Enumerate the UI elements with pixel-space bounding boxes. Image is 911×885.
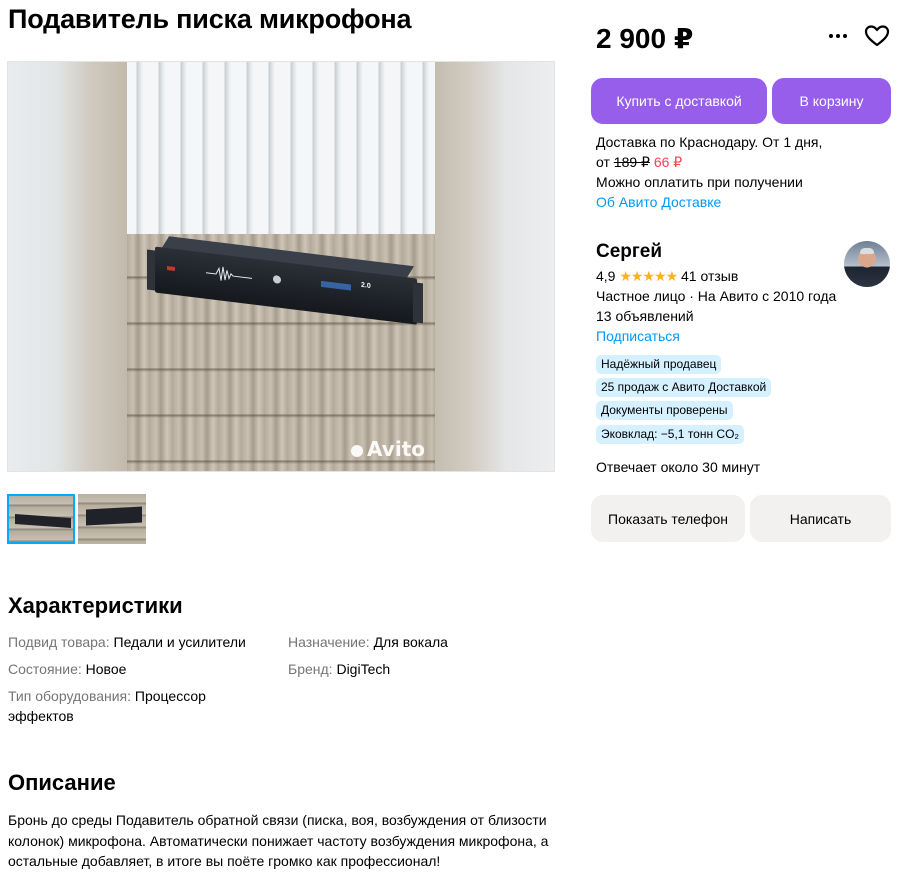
characteristics-heading: Характеристики [8,593,183,618]
spec-condition: Состояние: Новое [8,659,126,679]
heart-icon[interactable] [864,24,890,48]
badge-documents-verified: Документы проверены [596,401,733,420]
device-version-label: 2.0 [361,281,371,290]
show-phone-button[interactable]: Показать телефон [591,495,745,542]
price: 2 900 ₽ [596,23,694,54]
spec-value: Педали и усилители [113,634,246,650]
listing-title: Подавитель писка микрофона [8,4,412,34]
badge-reliable-seller: Надёжный продавец [596,355,722,374]
spec-equipment-type: Тип оборудования: Процессор [8,686,206,706]
thumbnail-1[interactable] [7,494,75,544]
photo-wall [127,62,435,234]
spec-value: эффектов [8,708,74,724]
seller-name[interactable]: Сергей [596,241,662,263]
rating-stars-icon: ★★★★★ [619,268,678,284]
response-time: Отвечает около 30 минут [596,459,761,475]
badge-delivery-sales: 25 продаж с Авито Доставкой [596,378,772,397]
product-photo: 2.0 Avito [127,62,435,471]
buy-with-delivery-button[interactable]: Купить с доставкой [591,78,767,124]
seller-rating[interactable]: 4,9 ★★★★★ 41 отзыв [596,266,738,286]
add-to-cart-button[interactable]: В корзину [772,78,891,124]
spec-subtype: Подвид товара: Педали и усилители [8,632,246,652]
delivery-from: от [596,154,610,170]
delivery-new-price: 66 ₽ [653,154,683,170]
spec-equipment-type-cont: эффектов [8,706,74,726]
rating-value: 4,9 [596,268,616,284]
spec-value: Процессор [134,688,206,704]
delivery-info: Доставка по Краснодару. От 1 дня, [596,134,823,150]
spec-key: Тип оборудования: [8,688,132,704]
avatar[interactable] [844,241,890,287]
more-options-icon[interactable] [827,26,849,46]
delivery-price: от 189 ₽ 66 ₽ [596,152,682,172]
spec-value: DigiTech [336,661,391,677]
subscribe-link[interactable]: Подписаться [596,326,680,346]
seller-type-since: Частное лицо · На Авито с 2010 года [596,288,837,304]
payment-on-receipt: Можно оплатить при получении [596,174,803,190]
description-heading: Описание [8,770,116,795]
description-text: Бронь до среды Подавитель обратной связи… [8,812,549,869]
thumbnail-2[interactable] [78,494,146,544]
spec-purpose: Назначение: Для вокала [288,632,448,652]
avito-watermark: Avito [351,437,425,461]
spec-brand: Бренд: DigiTech [288,659,390,679]
seller-ads-count[interactable]: 13 объявлений [596,306,694,326]
reviews-count[interactable]: 41 отзыв [681,268,738,284]
photo-blur-left [8,62,128,471]
spec-value: Новое [85,661,127,677]
spec-key: Подвид товара: [8,634,110,650]
watermark-text: Avito [367,437,425,461]
write-message-button[interactable]: Написать [750,495,891,542]
main-photo[interactable]: 2.0 Avito [7,61,555,472]
badge-eco-contribution: Эковклад: −5,1 тонн CO₂ [596,425,745,444]
about-delivery-link[interactable]: Об Авито Доставке [596,192,721,212]
spec-key: Назначение: [288,634,370,650]
spec-key: Состояние: [8,661,82,677]
spec-value: Для вокала [373,634,448,650]
delivery-old-price: 189 ₽ [613,154,650,170]
photo-blur-right [434,62,554,471]
spec-key: Бренд: [288,661,333,677]
